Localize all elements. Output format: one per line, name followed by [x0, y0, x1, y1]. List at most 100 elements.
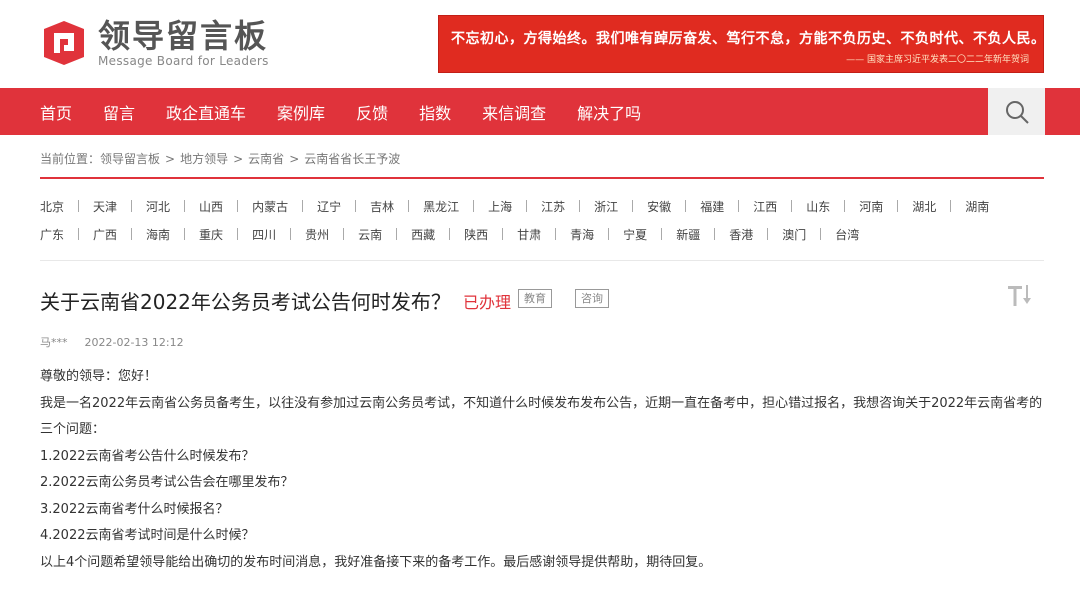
province-link[interactable]: 西藏	[411, 226, 435, 243]
nav-feedback[interactable]: 反馈	[356, 100, 388, 124]
author: 马***	[40, 336, 68, 349]
province-separator	[632, 200, 634, 212]
province-separator	[661, 228, 663, 240]
province-separator	[820, 228, 822, 240]
search-button[interactable]	[988, 88, 1045, 135]
banner-slogan: 不忘初心，方得始终。我们唯有踔厉奋发、笃行不怠，方能不负历史、不负时代、不负人民…	[451, 31, 1044, 47]
nav-enterprise[interactable]: 政企直通车	[166, 100, 246, 124]
province-link[interactable]: 内蒙古	[252, 198, 288, 215]
province-link[interactable]: 湖北	[912, 198, 936, 215]
message-body: 尊敬的领导：您好！ 我是一名2022年云南省公务员备考生，以往没有参加过云南公务…	[40, 364, 1044, 576]
province-link[interactable]: 宁夏	[623, 226, 647, 243]
province-link[interactable]: 香港	[729, 226, 753, 243]
province-separator	[290, 228, 292, 240]
province-separator	[131, 228, 133, 240]
province-separator	[78, 200, 80, 212]
province-link[interactable]: 河北	[146, 198, 170, 215]
tag-education[interactable]: 教育	[518, 289, 552, 308]
province-link[interactable]: 天津	[93, 198, 117, 215]
province-link[interactable]: 澳门	[782, 226, 806, 243]
province-link[interactable]: 辽宁	[317, 198, 341, 215]
paragraph: 1.2022云南省考公告什么时候发布？	[40, 448, 255, 464]
breadcrumb-separator: >	[289, 152, 300, 166]
breadcrumb-item[interactable]: 云南省	[248, 152, 284, 166]
province-link[interactable]: 广东	[40, 226, 64, 243]
province-row: 广东 广西 海南 重庆 四川 贵州 云南 西藏 陕西 甘肃 青海 宁夏 新疆 香港 澳门 台湾	[40, 225, 859, 243]
province-link[interactable]: 河南	[859, 198, 883, 215]
province-separator	[343, 228, 345, 240]
breadcrumb-item[interactable]: 地方领导	[180, 152, 228, 166]
province-separator	[767, 228, 769, 240]
slogan-banner: 不忘初心，方得始终。我们唯有踔厉奋发、笃行不怠，方能不负历史、不负时代、不负人民…	[438, 15, 1044, 73]
province-separator	[738, 200, 740, 212]
province-link[interactable]: 吉林	[370, 198, 394, 215]
divider	[40, 260, 1044, 261]
province-link[interactable]: 陕西	[464, 226, 488, 243]
province-separator	[685, 200, 687, 212]
breadcrumb-separator: >	[233, 152, 244, 166]
province-separator	[714, 228, 716, 240]
province-separator	[237, 228, 239, 240]
province-link[interactable]: 浙江	[594, 198, 618, 215]
paragraph: 以上4个问题希望领导能给出确切的发布时间消息，我好准备接下来的备考工作。最后感谢…	[40, 554, 712, 570]
province-separator	[131, 200, 133, 212]
province-link[interactable]: 甘肃	[517, 226, 541, 243]
font-size-icon[interactable]	[1006, 282, 1034, 308]
paragraph: 2.2022云南公务员考试公告会在哪里发布？	[40, 475, 294, 490]
main-nav: 首页 留言 政企直通车 案例库 反馈 指数 来信调查 解决了吗	[0, 88, 1080, 135]
site-logo[interactable]: 领导留言板 Message Board for Leaders	[40, 18, 269, 68]
nav-survey[interactable]: 来信调查	[482, 100, 546, 124]
province-separator	[449, 228, 451, 240]
paragraph: 尊敬的领导：您好！	[40, 369, 158, 384]
paragraph: 我是一名2022年云南省公务员备考生，以往没有参加过云南公务员考试，不知道什么时…	[40, 395, 1043, 438]
breadcrumb: 当前位置：领导留言板 > 地方领导 > 云南省 > 云南省省长王予波	[40, 150, 400, 167]
province-separator	[897, 200, 899, 212]
tag-consult[interactable]: 咨询	[575, 289, 609, 308]
province-link[interactable]: 安徽	[647, 198, 671, 215]
province-link[interactable]: 海南	[146, 226, 170, 243]
province-link[interactable]: 广西	[93, 226, 117, 243]
province-separator	[791, 200, 793, 212]
province-link[interactable]: 江西	[753, 198, 777, 215]
divider	[40, 177, 1044, 179]
province-link[interactable]: 青海	[570, 226, 594, 243]
province-link[interactable]: 山西	[199, 198, 223, 215]
province-separator	[184, 200, 186, 212]
province-link[interactable]: 云南	[358, 226, 382, 243]
province-separator	[408, 200, 410, 212]
province-link[interactable]: 重庆	[199, 226, 223, 243]
province-link[interactable]: 台湾	[835, 226, 859, 243]
province-link[interactable]: 福建	[700, 198, 724, 215]
logo-title: 领导留言板	[98, 17, 269, 55]
province-link[interactable]: 湖南	[965, 198, 989, 215]
province-link[interactable]: 贵州	[305, 226, 329, 243]
post-date: 2022-02-13 12:12	[84, 336, 184, 349]
nav-home[interactable]: 首页	[40, 100, 72, 124]
nav-message[interactable]: 留言	[103, 100, 135, 124]
province-separator	[302, 200, 304, 212]
search-icon	[1005, 100, 1029, 124]
province-link[interactable]: 四川	[252, 226, 276, 243]
province-separator	[78, 228, 80, 240]
province-link[interactable]: 山东	[806, 198, 830, 215]
paragraph: 3.2022云南省考什么时候报名？	[40, 501, 229, 517]
breadcrumb-item[interactable]: 领导留言板	[100, 152, 160, 166]
nav-resolved[interactable]: 解决了吗	[577, 100, 641, 124]
province-link[interactable]: 江苏	[541, 198, 565, 215]
province-link[interactable]: 北京	[40, 198, 64, 215]
province-row: 北京 天津 河北 山西 内蒙古 辽宁 吉林 黑龙江 上海 江苏 浙江 安徽 福建 江西 山东 河南 湖北 湖南	[40, 197, 989, 215]
nav-cases[interactable]: 案例库	[277, 100, 325, 124]
province-link[interactable]: 黑龙江	[423, 198, 459, 215]
nav-index[interactable]: 指数	[419, 100, 451, 124]
province-separator	[555, 228, 557, 240]
province-link[interactable]: 新疆	[676, 226, 700, 243]
paragraph: 4.2022云南省考试时间是什么时候？	[40, 528, 255, 543]
breadcrumb-item[interactable]: 云南省省长王予波	[304, 152, 400, 166]
province-separator	[579, 200, 581, 212]
logo-subtitle: Message Board for Leaders	[98, 54, 269, 68]
province-link[interactable]: 上海	[488, 198, 512, 215]
breadcrumb-label: 当前位置：	[40, 152, 101, 166]
message-title: 关于云南省2022年公务员考试公告何时发布？	[40, 290, 451, 314]
logo-icon	[40, 19, 88, 67]
province-separator	[608, 228, 610, 240]
